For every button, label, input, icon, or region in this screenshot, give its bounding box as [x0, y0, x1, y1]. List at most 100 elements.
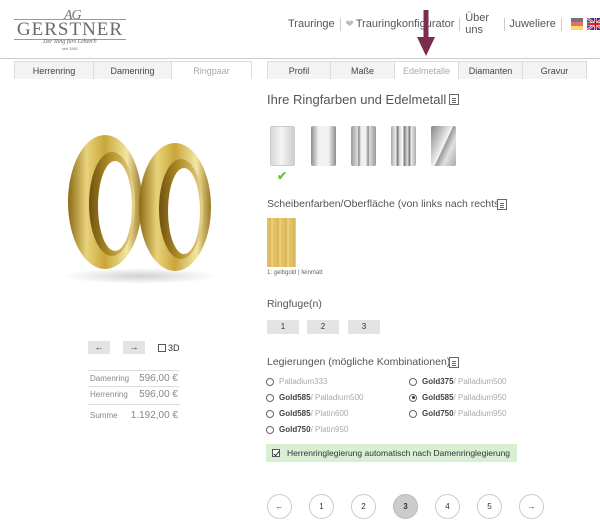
auto-alloy-option[interactable]: Herrenringlegierung automatisch nach Dam…	[266, 444, 517, 462]
alloy-main: Gold585	[279, 409, 311, 418]
tab-masse[interactable]: Maße	[331, 61, 395, 79]
next-view-button[interactable]: →	[123, 341, 145, 354]
arrow-down-icon	[417, 10, 435, 56]
3d-label: 3D	[168, 343, 180, 353]
radio-button[interactable]	[409, 377, 417, 386]
ring-tabs: Herrenring Damenring Ringpaar	[14, 61, 252, 79]
alloy-option-selected[interactable]: Gold585 / Palladium950	[409, 393, 507, 402]
uk-flag-icon[interactable]	[587, 18, 600, 30]
alloy-sub: / Platin600	[310, 409, 349, 418]
tab-gravur[interactable]: Gravur	[523, 61, 587, 79]
fuge-option-3[interactable]: 3	[348, 320, 380, 334]
3d-toggle[interactable]: 3D	[158, 343, 180, 353]
fuge-option-1[interactable]: 1	[267, 320, 299, 334]
auto-alloy-label: Herrenringlegierung automatisch nach Dam…	[287, 448, 511, 458]
nav-juweliere[interactable]: Juweliere	[509, 18, 555, 30]
radio-button[interactable]	[266, 393, 274, 402]
alloy-sub: / Palladium500	[453, 377, 507, 386]
nav-trauringkonfigurator[interactable]: Trauringkonfigurator	[356, 18, 455, 30]
price-value: 596,00 €	[139, 389, 178, 400]
radio-button-selected[interactable]	[409, 393, 417, 402]
alloy-sub: / Platin950	[310, 425, 349, 434]
price-summary: Damenring 596,00 € Herrenring 596,00 € S…	[88, 370, 180, 426]
alloy-main: Gold750	[422, 409, 454, 418]
alloy-option[interactable]: Gold750 / Platin950	[266, 425, 348, 434]
surface-swatch[interactable]	[267, 218, 296, 267]
price-label: Damenring	[90, 374, 130, 383]
price-row: Herrenring 596,00 €	[88, 386, 180, 402]
document-icon[interactable]	[449, 94, 459, 105]
alloy-sub: / Palladium950	[453, 409, 507, 418]
config-tabs: Profil Maße Edelmetalle Diamanten Gravur	[267, 61, 587, 79]
alloy-option[interactable]: Gold375 / Palladium500	[409, 377, 507, 386]
tab-edelmetalle[interactable]: Edelmetalle	[395, 61, 459, 79]
color-option-1[interactable]	[270, 126, 295, 166]
3d-checkbox[interactable]	[158, 344, 166, 352]
price-value: 596,00 €	[139, 373, 178, 384]
tab-ringpaar[interactable]: Ringpaar	[172, 61, 252, 79]
alloy-main: Gold585	[422, 393, 454, 402]
color-option-5[interactable]	[431, 126, 456, 166]
tab-herrenring[interactable]: Herrenring	[14, 61, 94, 79]
section-title-colors: Ihre Ringfarben und Edelmetall	[267, 92, 447, 107]
gerstner-logo[interactable]: AG GERSTNER Der Ring fürs Leben® seit 18…	[14, 8, 129, 51]
ring-pair-image[interactable]	[60, 128, 220, 288]
nav-trauringe[interactable]: Trauringe	[288, 18, 335, 30]
price-row: Damenring 596,00 €	[88, 370, 180, 386]
prev-view-button[interactable]: ←	[88, 341, 110, 354]
tab-profil[interactable]: Profil	[267, 61, 331, 79]
header-divider	[0, 58, 600, 59]
alloy-option[interactable]: Gold585 / Platin600	[266, 409, 348, 418]
alloy-main: Gold585	[279, 393, 311, 402]
tab-damenring[interactable]: Damenring	[94, 61, 172, 79]
color-option-3[interactable]	[351, 126, 376, 166]
section-title-surface: Scheibenfarben/Oberfläche (von links nac…	[267, 198, 503, 210]
nav-divider	[503, 17, 505, 31]
configurator-page: AG GERSTNER Der Ring fürs Leben® seit 18…	[0, 0, 600, 529]
section-title-alloys: Legierungen (mögliche Kombinationen)	[267, 356, 451, 368]
alloy-main: Gold750	[279, 425, 311, 434]
german-flag-icon[interactable]	[570, 18, 584, 30]
pagination-prev-button[interactable]: ←	[267, 494, 292, 519]
auto-alloy-checkbox[interactable]	[272, 449, 280, 457]
surface-swatch-label: 1: gelbgold | feinmatt	[267, 270, 323, 276]
pagination-page-1[interactable]: 1	[309, 494, 334, 519]
nav-ueber-uns[interactable]: Über uns	[465, 12, 498, 36]
tab-diamanten[interactable]: Diamanten	[459, 61, 523, 79]
checkmark-icon: ✔	[277, 169, 288, 183]
price-label: Herrenring	[90, 390, 128, 399]
alloy-option[interactable]: Gold585 / Palladium500	[266, 393, 364, 402]
radio-button[interactable]	[266, 377, 274, 386]
alloy-option[interactable]: Gold750 / Palladium950	[409, 409, 507, 418]
section-title-fuge: Ringfuge(n)	[267, 298, 322, 310]
document-icon[interactable]	[497, 199, 507, 210]
color-option-2[interactable]	[311, 126, 336, 166]
pagination-page-3-current[interactable]: 3	[393, 494, 418, 519]
main-nav: Trauringe ❤ Trauringkonfigurator Über un…	[288, 12, 600, 36]
logo-since: seit 1862	[61, 46, 79, 51]
alloy-sub: Palladium333	[279, 377, 328, 386]
heart-icon: ❤	[345, 18, 354, 30]
alloy-sub: / Palladium500	[310, 393, 364, 402]
alloy-sub: / Palladium950	[453, 393, 507, 402]
nav-divider	[459, 17, 461, 31]
pagination-page-4[interactable]: 4	[435, 494, 460, 519]
price-label: Summe	[90, 411, 118, 420]
pagination-page-5[interactable]: 5	[477, 494, 502, 519]
alloy-main: Gold375	[422, 377, 454, 386]
price-total: 1.192,00 €	[130, 410, 178, 421]
alloy-option[interactable]: Palladium333	[266, 377, 327, 386]
fuge-option-2[interactable]: 2	[307, 320, 339, 334]
pagination-next-button[interactable]: →	[519, 494, 544, 519]
logo-name: GERSTNER	[14, 19, 126, 40]
document-icon[interactable]	[449, 357, 459, 368]
radio-button[interactable]	[266, 409, 274, 418]
pagination-page-2[interactable]: 2	[351, 494, 376, 519]
logo-slogan: Der Ring fürs Leben®	[43, 39, 97, 45]
nav-divider	[560, 17, 562, 31]
price-total-row: Summe 1.192,00 €	[88, 404, 180, 426]
color-option-4[interactable]	[391, 126, 416, 166]
radio-button[interactable]	[409, 409, 417, 418]
radio-button[interactable]	[266, 425, 274, 434]
nav-divider	[339, 17, 341, 31]
